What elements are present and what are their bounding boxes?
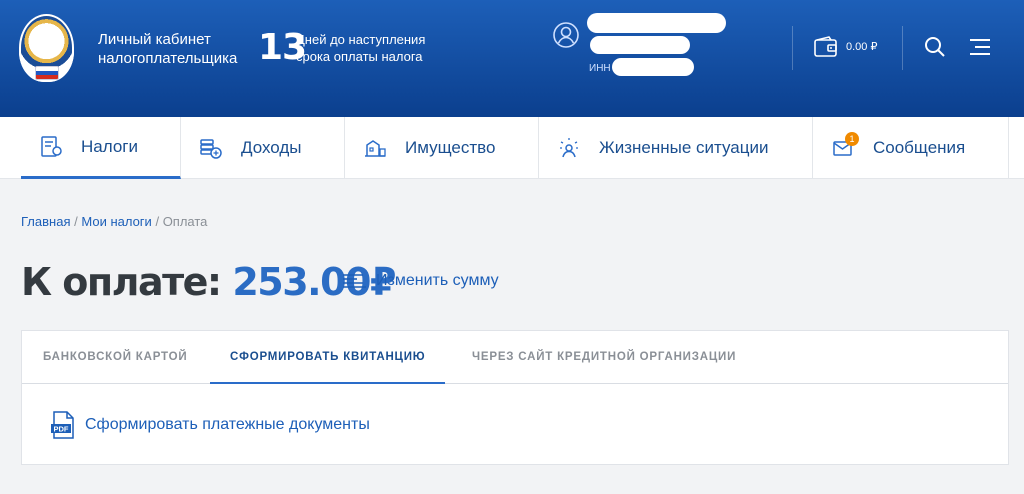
- messages-badge: 1: [845, 132, 859, 146]
- nav-item-property[interactable]: Имущество: [345, 117, 539, 179]
- breadcrumb-separator: /: [155, 214, 160, 229]
- search-icon[interactable]: [924, 36, 946, 58]
- header: Личный кабинет налогоплательщика 13 Дней…: [0, 0, 1024, 117]
- tab-generate-receipt[interactable]: Сформировать квитанцию: [210, 331, 446, 384]
- change-sum-label: Изменить сумму: [376, 272, 499, 289]
- property-icon: [365, 140, 386, 157]
- pay-label: К оплате:: [21, 260, 222, 304]
- balance[interactable]: 0.00 ₽: [846, 40, 877, 53]
- brand-title[interactable]: Личный кабинет налогоплательщика: [98, 30, 258, 68]
- payment-card: Банковской картой Сформировать квитанцию…: [21, 330, 1009, 465]
- page-title: К оплате: 253.00₽: [21, 259, 396, 305]
- user-icon[interactable]: [553, 22, 579, 48]
- breadcrumb-home[interactable]: Главная: [21, 214, 70, 229]
- tab-bank-card[interactable]: Банковской картой: [43, 331, 187, 384]
- taxes-icon: [41, 135, 62, 157]
- breadcrumb-current: Оплата: [162, 214, 208, 229]
- breadcrumb-my-taxes[interactable]: Мои налоги: [81, 214, 151, 229]
- breadcrumb-separator: /: [74, 214, 78, 229]
- breadcrumb: Главная / Мои налоги / Оплата: [21, 214, 207, 229]
- nav-item-messages[interactable]: 1 Сообщения: [813, 117, 1009, 179]
- income-icon: [200, 139, 222, 159]
- generate-docs-link[interactable]: PDF Сформировать платежные документы: [51, 411, 370, 439]
- header-divider-2: [902, 26, 903, 70]
- header-divider: [792, 26, 793, 70]
- generate-docs-label: Сформировать платежные документы: [85, 416, 370, 433]
- nav-item-label: Имущество: [405, 138, 496, 157]
- inn-label: ИНН: [589, 63, 611, 74]
- payment-tabs: Банковской картой Сформировать квитанцию…: [22, 331, 1008, 384]
- pdf-icon: PDF: [51, 411, 74, 439]
- nav-item-label: Жизненные ситуации: [599, 138, 769, 157]
- nav-item-label: Доходы: [241, 138, 302, 157]
- days-text: Дней до наступления срока оплаты налога: [296, 32, 426, 64]
- life-situations-icon: [560, 138, 578, 158]
- redacted-user-name-2: [590, 36, 690, 54]
- wallet-icon[interactable]: [813, 35, 839, 59]
- edit-lines-icon: [343, 274, 366, 288]
- nav-item-life-situations[interactable]: Жизненные ситуации: [539, 117, 813, 179]
- main-nav: Налоги Доходы Имущество Жизненные ситуац…: [0, 117, 1024, 179]
- menu-icon[interactable]: [969, 37, 991, 57]
- nav-item-label: Налоги: [81, 136, 138, 156]
- change-sum-link[interactable]: Изменить сумму: [343, 272, 499, 290]
- nav-item-taxes[interactable]: Налоги: [21, 117, 181, 179]
- russian-flag-icon: [35, 66, 59, 80]
- tab-credit-organization[interactable]: Через сайт кредитной организации: [472, 331, 736, 384]
- redacted-inn: [612, 58, 694, 76]
- nav-item-income[interactable]: Доходы: [181, 117, 345, 179]
- nav-item-label: Сообщения: [873, 138, 966, 157]
- fns-logo[interactable]: [19, 14, 74, 82]
- redacted-user-name: [587, 13, 726, 33]
- svg-text:PDF: PDF: [54, 425, 69, 434]
